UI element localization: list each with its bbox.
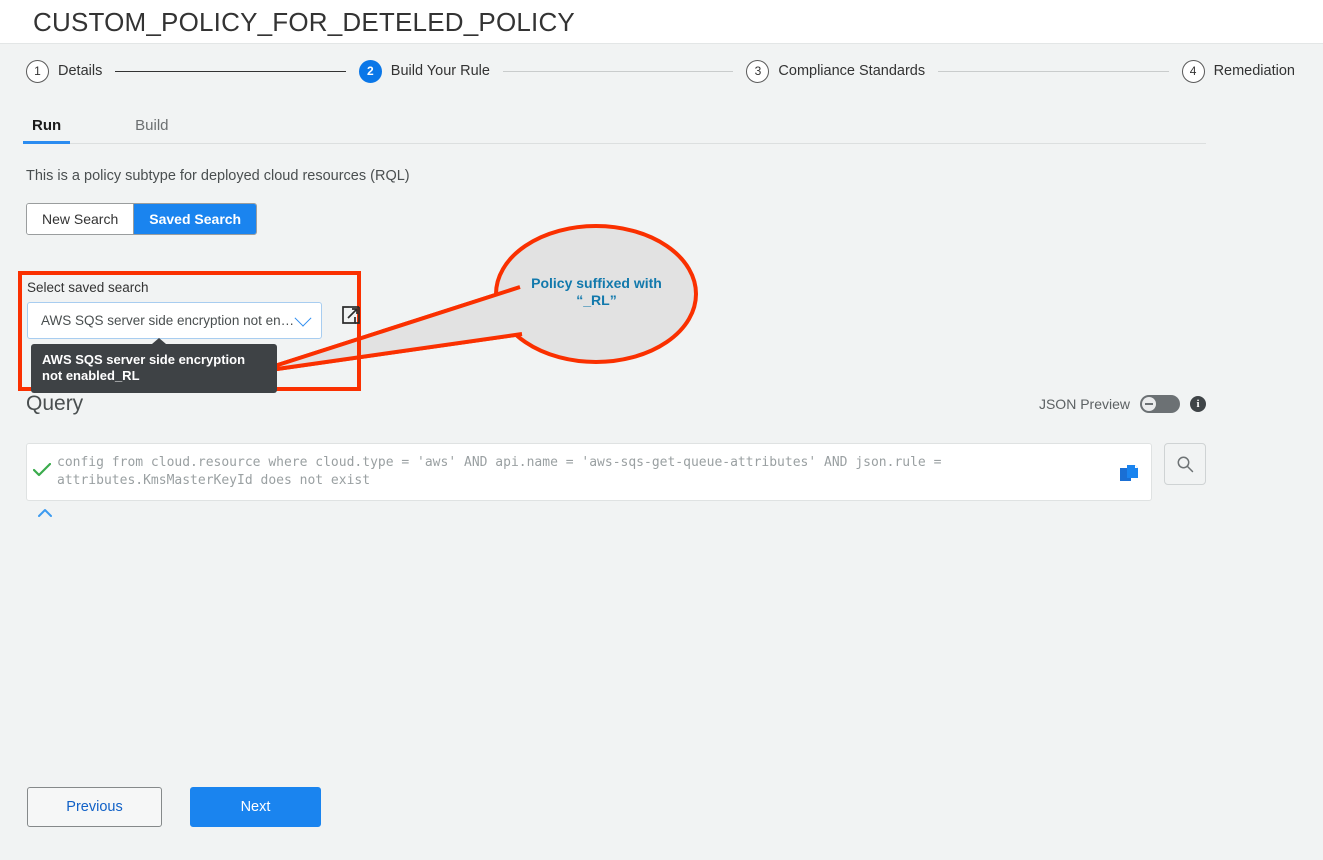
step-connector-2 (503, 71, 733, 72)
search-mode-toggle-group: New Search Saved Search (26, 203, 257, 235)
next-button[interactable]: Next (190, 787, 321, 827)
query-editor[interactable]: config from cloud.resource where cloud.t… (26, 443, 1152, 501)
copy-icon[interactable] (1119, 464, 1139, 484)
external-link-icon[interactable] (340, 304, 362, 326)
json-preview-control: JSON Preview i (1039, 395, 1206, 413)
step-label-remediation: Remediation (1214, 63, 1295, 79)
step-number-2: 2 (359, 60, 382, 83)
saved-search-tooltip: AWS SQS server side encryption not enabl… (31, 344, 277, 393)
annotation-line-1: Policy suffixed with (514, 275, 679, 292)
saved-search-label: Select saved search (27, 280, 362, 295)
wizard-footer: Previous Next (27, 787, 321, 827)
query-section-header: Query JSON Preview i (26, 392, 1206, 416)
step-number-3: 3 (746, 60, 769, 83)
tab-run[interactable]: Run (26, 117, 67, 143)
chevron-up-icon[interactable] (38, 508, 52, 518)
page-title: CUSTOM_POLICY_FOR_DETELED_POLICY (33, 9, 575, 35)
annotation-line-2: “_RL” (514, 292, 679, 309)
saved-search-button[interactable]: Saved Search (133, 204, 256, 234)
step-number-4: 4 (1182, 60, 1205, 83)
tab-bar: Run Build (26, 112, 1206, 144)
query-editor-row: config from cloud.resource where cloud.t… (26, 443, 1206, 501)
new-search-button[interactable]: New Search (27, 204, 133, 234)
query-valid-indicator (27, 454, 57, 477)
annotation-callout-text: Policy suffixed with “_RL” (514, 275, 679, 309)
saved-search-field-group: Select saved search AWS SQS server side … (27, 280, 362, 339)
info-icon[interactable]: i (1190, 396, 1206, 412)
json-preview-toggle[interactable] (1140, 395, 1180, 413)
step-label-compliance-standards: Compliance Standards (778, 63, 925, 79)
step-details[interactable]: 1 Details (26, 60, 102, 83)
step-compliance-standards[interactable]: 3 Compliance Standards (746, 60, 925, 83)
saved-search-selected-value: AWS SQS server side encryption not enabl… (41, 313, 297, 328)
query-text: config from cloud.resource where cloud.t… (57, 454, 1151, 490)
policy-subtype-description: This is a policy subtype for deployed cl… (26, 168, 1323, 184)
step-connector-1 (115, 71, 345, 72)
previous-button[interactable]: Previous (27, 787, 162, 827)
query-title: Query (26, 392, 83, 416)
step-remediation[interactable]: 4 Remediation (1182, 60, 1295, 83)
check-icon (33, 463, 51, 477)
step-connector-3 (938, 71, 1168, 72)
wizard-stepper: 1 Details 2 Build Your Rule 3 Compliance… (0, 44, 1323, 98)
step-build-your-rule[interactable]: 2 Build Your Rule (359, 60, 490, 83)
step-label-details: Details (58, 63, 102, 79)
tab-build[interactable]: Build (129, 117, 174, 143)
saved-search-select[interactable]: AWS SQS server side encryption not enabl… (27, 302, 322, 339)
json-preview-label: JSON Preview (1039, 396, 1130, 412)
chevron-down-icon (295, 309, 312, 326)
app-header: CUSTOM_POLICY_FOR_DETELED_POLICY (0, 0, 1323, 44)
step-number-1: 1 (26, 60, 49, 83)
search-icon (1176, 455, 1194, 473)
step-label-build-your-rule: Build Your Rule (391, 63, 490, 79)
run-query-search-button[interactable] (1164, 443, 1206, 485)
